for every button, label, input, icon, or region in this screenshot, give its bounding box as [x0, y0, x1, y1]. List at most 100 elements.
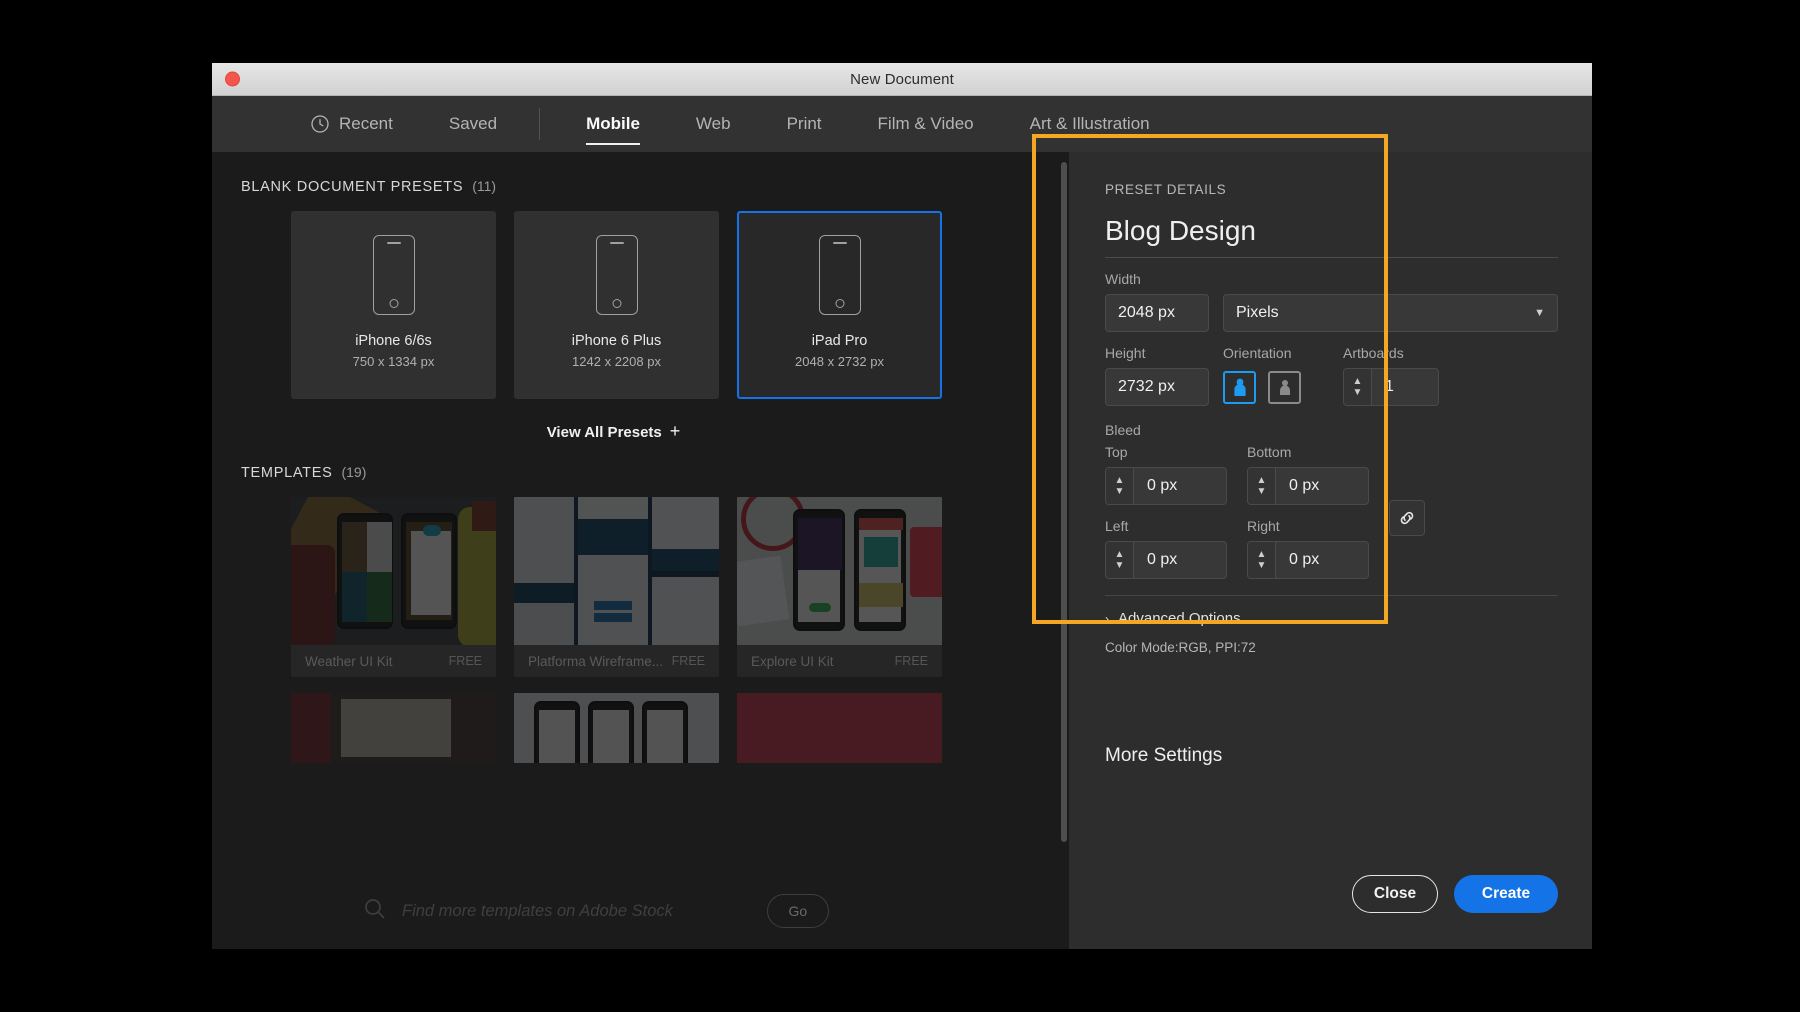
bleed-right-value[interactable]: 0 px — [1276, 542, 1368, 578]
template-card-explore-ui-kit[interactable]: Explore UI Kit FREE — [737, 497, 942, 677]
stepper-arrows[interactable]: ▲ ▼ — [1106, 542, 1134, 578]
chevron-up-icon[interactable]: ▲ — [1115, 551, 1125, 559]
bleed-right-label: Right — [1247, 518, 1369, 534]
bleed-grid: Top ▲ ▼ 0 px Bottom — [1105, 442, 1558, 579]
template-footer: Explore UI Kit FREE — [737, 645, 942, 677]
tab-mobile[interactable]: Mobile — [558, 96, 668, 152]
phone-icon — [819, 235, 861, 315]
bleed-left-label: Left — [1105, 518, 1227, 534]
bleed-top-value[interactable]: 0 px — [1134, 468, 1226, 504]
template-thumbnail — [514, 693, 719, 763]
chevron-down-icon[interactable]: ▼ — [1115, 562, 1125, 570]
templates-grid-row-2 — [212, 677, 1069, 763]
template-card[interactable] — [291, 693, 496, 763]
artboards-stepper[interactable]: ▲ ▼ 1 — [1343, 368, 1439, 406]
preset-dimensions: 750 x 1334 px — [353, 354, 435, 369]
chevron-down-icon[interactable]: ▼ — [1257, 562, 1267, 570]
tab-recent[interactable]: Recent — [282, 96, 421, 152]
stepper-arrows[interactable]: ▲ ▼ — [1248, 468, 1276, 504]
close-button-label: Close — [1374, 885, 1416, 903]
template-price: FREE — [449, 654, 482, 668]
bleed-bottom-stepper[interactable]: ▲ ▼ 0 px — [1247, 467, 1369, 505]
template-thumbnail — [291, 497, 496, 645]
stock-search-input[interactable]: Find more templates on Adobe Stock — [402, 902, 673, 921]
tab-saved[interactable]: Saved — [421, 96, 525, 152]
chevron-up-icon[interactable]: ▲ — [1257, 477, 1267, 485]
chevron-down-icon[interactable]: ▼ — [1257, 488, 1267, 496]
create-button[interactable]: Create — [1454, 875, 1558, 913]
bleed-bottom-value[interactable]: 0 px — [1276, 468, 1368, 504]
artboards-label: Artboards — [1343, 345, 1404, 361]
template-card[interactable] — [514, 693, 719, 763]
portrait-orientation-button[interactable] — [1223, 371, 1256, 404]
stepper-arrows[interactable]: ▲ ▼ — [1106, 468, 1134, 504]
more-settings-title[interactable]: More Settings — [1105, 745, 1558, 767]
thumbnail-overlay — [737, 497, 942, 645]
bleed-right-stepper[interactable]: ▲ ▼ 0 px — [1247, 541, 1369, 579]
close-button[interactable]: Close — [1352, 875, 1438, 913]
height-orientation-artboards-row: 2732 px — [1105, 368, 1558, 406]
portrait-orientation-icon — [1231, 376, 1249, 398]
templates-heading: TEMPLATES (19) — [212, 442, 1069, 481]
artboards-value[interactable]: 1 — [1372, 369, 1438, 405]
preset-card-ipad-pro[interactable]: iPad Pro 2048 x 2732 px — [737, 211, 942, 399]
go-label: Go — [789, 903, 808, 919]
search-icon — [362, 896, 388, 927]
bleed-link-button[interactable] — [1389, 500, 1425, 536]
tab-print[interactable]: Print — [759, 96, 850, 152]
preset-dimensions: 2048 x 2732 px — [795, 354, 884, 369]
chevron-up-icon[interactable]: ▲ — [1257, 551, 1267, 559]
template-footer: Weather UI Kit FREE — [291, 645, 496, 677]
units-select[interactable]: Pixels ▼ — [1223, 294, 1558, 332]
more-settings-section: More Settings — [1069, 717, 1592, 949]
stock-search-go-button[interactable]: Go — [767, 894, 829, 928]
tab-web[interactable]: Web — [668, 96, 759, 152]
preset-name: iPad Pro — [812, 333, 868, 349]
thumbnail-overlay — [737, 693, 942, 763]
content-scrollbar[interactable] — [1061, 162, 1067, 842]
template-card-platforma-wireframe[interactable]: Platforma Wireframe... FREE — [514, 497, 719, 677]
thumbnail-overlay — [291, 497, 496, 645]
tab-film-and-video[interactable]: Film & Video — [850, 96, 1002, 152]
bleed-bottom-label: Bottom — [1247, 444, 1369, 460]
height-orientation-artboards-labels: Height Orientation Artboards — [1105, 332, 1558, 368]
blank-presets-count: (11) — [472, 178, 496, 194]
bleed-left-value[interactable]: 0 px — [1134, 542, 1226, 578]
bleed-left-stepper[interactable]: ▲ ▼ 0 px — [1105, 541, 1227, 579]
bleed-top-stepper[interactable]: ▲ ▼ 0 px — [1105, 467, 1227, 505]
template-price: FREE — [895, 654, 928, 668]
tab-divider — [539, 108, 540, 140]
chevron-right-icon: › — [1105, 612, 1109, 626]
presets-browser: BLANK DOCUMENT PRESETS (11) iPhone 6/6s … — [212, 152, 1069, 949]
chevron-up-icon[interactable]: ▲ — [1353, 378, 1363, 386]
height-input[interactable]: 2732 px — [1105, 368, 1209, 406]
template-card[interactable] — [737, 693, 942, 763]
chevron-up-icon[interactable]: ▲ — [1115, 477, 1125, 485]
width-row: 2048 px Pixels ▼ — [1105, 294, 1558, 332]
stepper-arrows[interactable]: ▲ ▼ — [1248, 542, 1276, 578]
preset-dimensions: 1242 x 2208 px — [572, 354, 661, 369]
close-window-button[interactable] — [225, 72, 240, 87]
plus-icon: + — [670, 421, 681, 441]
landscape-orientation-button[interactable] — [1268, 371, 1301, 404]
template-card-weather-ui-kit[interactable]: Weather UI Kit FREE — [291, 497, 496, 677]
template-thumbnail — [291, 693, 496, 763]
view-all-presets-button[interactable]: View All Presets+ — [291, 421, 936, 442]
preset-card-iphone-6-6s[interactable]: iPhone 6/6s 750 x 1334 px — [291, 211, 496, 399]
units-selected-value: Pixels — [1236, 304, 1279, 322]
tab-label: Web — [696, 114, 731, 134]
preset-card-iphone-6-plus[interactable]: iPhone 6 Plus 1242 x 2208 px — [514, 211, 719, 399]
blank-presets-grid: iPhone 6/6s 750 x 1334 px iPhone 6 Plus … — [212, 195, 1069, 399]
template-thumbnail — [514, 497, 719, 645]
stepper-arrows[interactable]: ▲ ▼ — [1344, 369, 1372, 405]
color-mode-summary: Color Mode:RGB, PPI:72 — [1105, 640, 1558, 655]
tab-art-and-illustration[interactable]: Art & Illustration — [1002, 96, 1178, 152]
thumbnail-overlay — [291, 693, 496, 763]
template-thumbnail — [737, 497, 942, 645]
chevron-down-icon[interactable]: ▼ — [1115, 488, 1125, 496]
link-icon — [1397, 508, 1417, 528]
chevron-down-icon[interactable]: ▼ — [1353, 389, 1363, 397]
advanced-options-toggle[interactable]: › Advanced Options — [1105, 595, 1558, 627]
width-input[interactable]: 2048 px — [1105, 294, 1209, 332]
preset-name-input[interactable]: Blog Design — [1105, 215, 1558, 258]
